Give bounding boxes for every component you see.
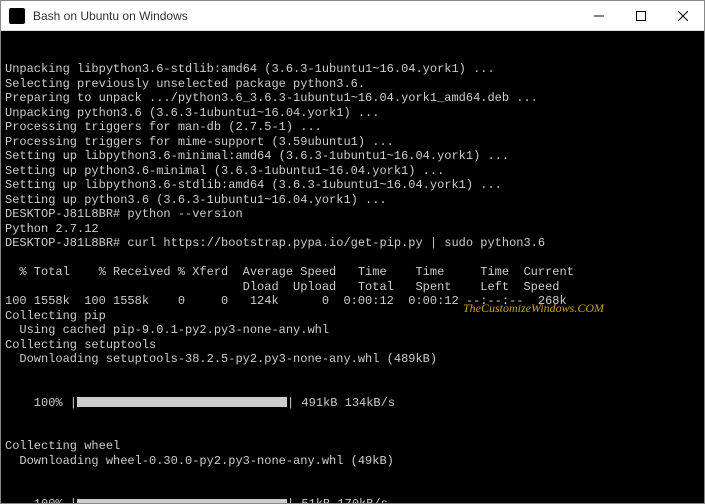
terminal-line: Setting up python3.6-minimal (3.6.3-1ubu… [5, 164, 700, 179]
terminal-line: 100 1558k 100 1558k 0 0 124k 0 0:00:12 0… [5, 294, 700, 309]
terminal-line: Setting up libpython3.6-minimal:amd64 (3… [5, 149, 700, 164]
terminal-line: DESKTOP-J81L8BR# curl https://bootstrap.… [5, 236, 700, 251]
window-controls [578, 1, 704, 31]
terminal-line: Unpacking libpython3.6-stdlib:amd64 (3.6… [5, 62, 700, 77]
terminal-line: Python 2.7.12 [5, 222, 700, 237]
terminal-line: Unpacking python3.6 (3.6.3-1ubuntu1~16.0… [5, 106, 700, 121]
terminal-line: Processing triggers for man-db (2.7.5-1)… [5, 120, 700, 135]
terminal-line: Downloading setuptools-38.2.5-py2.py3-no… [5, 352, 700, 367]
progress-bar-1: 100% || 491kB 134kB/s [5, 396, 700, 411]
titlebar: Bash on Ubuntu on Windows [1, 1, 704, 31]
terminal-window: Bash on Ubuntu on Windows Unpacking libp… [0, 0, 705, 504]
terminal-line: Using cached pip-9.0.1-py2.py3-none-any.… [5, 323, 700, 338]
terminal-body[interactable]: Unpacking libpython3.6-stdlib:amd64 (3.6… [1, 31, 704, 503]
terminal-line: Dload Upload Total Spent Left Speed [5, 280, 700, 295]
maximize-button[interactable] [620, 1, 662, 31]
terminal-line: Setting up libpython3.6-stdlib:amd64 (3.… [5, 178, 700, 193]
terminal-line: Collecting setuptools [5, 338, 700, 353]
close-button[interactable] [662, 1, 704, 31]
progress-bar-2: 100% || 51kB 170kB/s [5, 497, 700, 503]
terminal-line: % Total % Received % Xferd Average Speed… [5, 265, 700, 280]
terminal-line: Downloading wheel-0.30.0-py2.py3-none-an… [5, 454, 700, 469]
window-title: Bash on Ubuntu on Windows [33, 9, 578, 23]
bash-icon [9, 8, 25, 24]
terminal-line: Collecting pip [5, 309, 700, 324]
terminal-line [5, 251, 700, 266]
terminal-line: Setting up python3.6 (3.6.3-1ubuntu1~16.… [5, 193, 700, 208]
terminal-line: Selecting previously unselected package … [5, 77, 700, 92]
minimize-button[interactable] [578, 1, 620, 31]
terminal-line: Collecting wheel [5, 439, 700, 454]
terminal-line: Processing triggers for mime-support (3.… [5, 135, 700, 150]
terminal-line: Preparing to unpack .../python3.6_3.6.3-… [5, 91, 700, 106]
terminal-line: DESKTOP-J81L8BR# python --version [5, 207, 700, 222]
